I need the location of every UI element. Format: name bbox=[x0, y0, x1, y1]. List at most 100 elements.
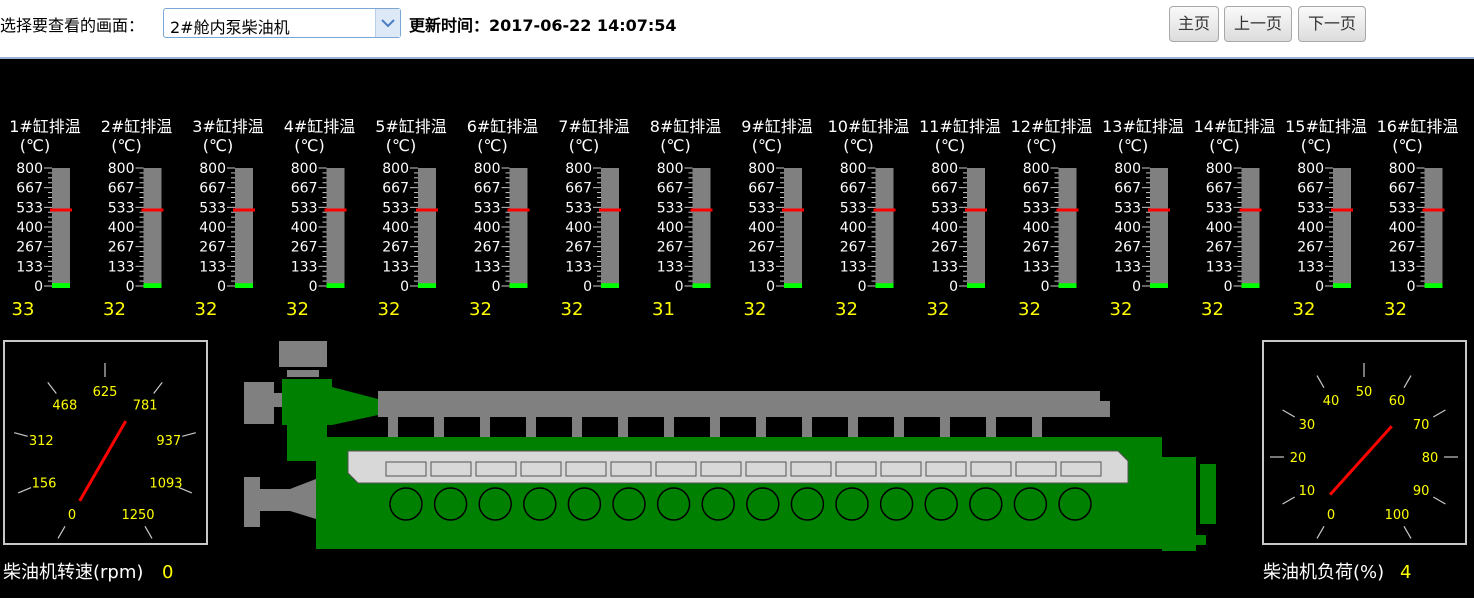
cylinder-temp-value: 32 bbox=[1201, 299, 1224, 320]
cylinder-label: 10#缸排温 bbox=[828, 117, 910, 136]
cylinder-unit: (℃) bbox=[935, 136, 965, 155]
temperature-level bbox=[1150, 283, 1168, 288]
scale-tick-label: 800 bbox=[931, 161, 958, 177]
cylinder-label: 15#缸排温 bbox=[1285, 117, 1367, 136]
scale-tick-label: 533 bbox=[199, 200, 226, 216]
screen-select-label: 选择要查看的画面： bbox=[0, 16, 145, 35]
toolbar: 选择要查看的画面： 2#舱内泵柴油机 更新时间：2017-06-22 14:07… bbox=[0, 0, 1474, 58]
gauge-tick-label: 10 bbox=[1299, 484, 1316, 499]
load-gauge-label: 柴油机负荷(%) bbox=[1263, 562, 1384, 583]
speed-gauge-value: 0 bbox=[162, 562, 173, 583]
scale-tick-label: 800 bbox=[1389, 161, 1416, 177]
rocker-window bbox=[610, 461, 652, 477]
scale-tick-label: 0 bbox=[1132, 279, 1141, 295]
cylinder-temp-value: 32 bbox=[195, 299, 218, 320]
scale-tick-label: 0 bbox=[858, 279, 867, 295]
update-time: 更新时间：2017-06-22 14:07:54 bbox=[409, 12, 677, 36]
scale-tick-label: 400 bbox=[1023, 220, 1050, 236]
temperature-level bbox=[967, 283, 985, 288]
scale-tick-label: 533 bbox=[565, 200, 592, 216]
cylinder-label: 12#缸排温 bbox=[1011, 117, 1093, 136]
intake-box bbox=[244, 382, 274, 424]
cylinder-unit: (℃) bbox=[20, 136, 50, 155]
scale-tick-label: 400 bbox=[1114, 220, 1141, 236]
rocker-window bbox=[430, 461, 472, 477]
scale-tick-label: 667 bbox=[931, 181, 958, 197]
cylinder-temp-gauge: 12#缸排温(℃) 800 667 533 400 267 133 032 bbox=[1011, 117, 1093, 320]
scale-tick-label: 800 bbox=[16, 161, 43, 177]
cylinder-temp-gauge: 4#缸排温(℃) 800 667 533 400 267 133 032 bbox=[284, 117, 356, 320]
rocker-window bbox=[1015, 461, 1057, 477]
scale-tick-label: 0 bbox=[492, 279, 501, 295]
rocker-window bbox=[1060, 461, 1102, 477]
scale-tick-label: 533 bbox=[108, 200, 135, 216]
scale-tick-label: 400 bbox=[1206, 220, 1233, 236]
rocker-window bbox=[835, 461, 877, 477]
exhaust-port bbox=[756, 417, 766, 437]
rocker-window bbox=[925, 461, 967, 477]
thermometer-bar bbox=[52, 168, 70, 288]
prev-page-button[interactable]: 上一页 bbox=[1224, 6, 1292, 42]
screen-select[interactable]: 2#舱内泵柴油机 bbox=[163, 8, 401, 38]
scale-tick-label: 267 bbox=[657, 240, 684, 256]
scale-tick-label: 667 bbox=[382, 181, 409, 197]
temperature-level bbox=[1058, 283, 1077, 288]
scale-tick-label: 400 bbox=[108, 220, 135, 236]
scale-tick-label: 800 bbox=[748, 161, 775, 177]
scale-tick-label: 533 bbox=[1389, 200, 1416, 216]
scale-tick-label: 133 bbox=[16, 259, 43, 275]
scale-tick-label: 0 bbox=[766, 279, 775, 295]
next-page-button[interactable]: 下一页 bbox=[1298, 6, 1366, 42]
scale-tick-label: 400 bbox=[931, 220, 958, 236]
scale-tick-label: 267 bbox=[1023, 240, 1050, 256]
cylinder-label: 13#缸排温 bbox=[1102, 117, 1184, 136]
scale-tick-label: 800 bbox=[840, 161, 867, 177]
exhaust-port bbox=[986, 417, 996, 437]
scale-tick-label: 267 bbox=[1389, 240, 1416, 256]
cylinder-unit: (℃) bbox=[1392, 136, 1422, 155]
turbocharger bbox=[282, 379, 332, 425]
chevron-down-icon[interactable] bbox=[375, 9, 400, 37]
monitor-scene: 1#缸排温(℃)8006675334002671330332#缸排温(℃)800… bbox=[3, 117, 1467, 583]
cylinder-unit: (℃) bbox=[569, 136, 599, 155]
exhaust-port bbox=[434, 417, 444, 437]
cylinder-label: 4#缸排温 bbox=[284, 117, 356, 136]
gauge-tick-label: 1093 bbox=[149, 476, 182, 491]
exhaust-port bbox=[572, 417, 582, 437]
cylinder-label: 14#缸排温 bbox=[1194, 117, 1276, 136]
rocker-window bbox=[880, 461, 922, 477]
scale-tick-label: 400 bbox=[382, 220, 409, 236]
gauge-tick-label: 100 bbox=[1385, 508, 1410, 523]
scale-tick-label: 133 bbox=[931, 259, 958, 275]
rocker-window bbox=[700, 461, 742, 477]
gauge-tick-label: 60 bbox=[1389, 394, 1406, 409]
home-button[interactable]: 主页 bbox=[1169, 6, 1219, 42]
scale-tick-label: 533 bbox=[474, 200, 501, 216]
scale-tick-label: 133 bbox=[382, 259, 409, 275]
scale-tick-label: 533 bbox=[931, 200, 958, 216]
scale-tick-label: 133 bbox=[1297, 259, 1324, 275]
scale-tick-label: 400 bbox=[16, 220, 43, 236]
scale-tick-label: 400 bbox=[291, 220, 318, 236]
scale-tick-label: 533 bbox=[16, 200, 43, 216]
gauge-tick-label: 1250 bbox=[121, 508, 154, 523]
cylinder-unit: (℃) bbox=[1118, 136, 1148, 155]
thermometer-bar bbox=[875, 168, 894, 288]
thermometer-bar bbox=[1424, 168, 1443, 288]
cylinder-temp-value: 32 bbox=[927, 299, 950, 320]
cylinder-temp-value: 32 bbox=[103, 299, 126, 320]
scale-tick-label: 800 bbox=[657, 161, 684, 177]
cylinder-label: 7#缸排温 bbox=[558, 117, 630, 136]
scale-tick-label: 667 bbox=[1206, 181, 1233, 197]
gauge-tick-label: 0 bbox=[68, 508, 76, 523]
cylinder-temp-gauge: 10#缸排温(℃) 800 667 533 400 267 133 032 bbox=[828, 117, 910, 320]
temperature-level bbox=[1424, 283, 1443, 288]
gauge-tick-label: 0 bbox=[1327, 508, 1335, 523]
temperature-level bbox=[326, 283, 345, 288]
scale-tick-label: 667 bbox=[1297, 181, 1324, 197]
scale-tick-label: 400 bbox=[840, 220, 867, 236]
scale-tick-label: 133 bbox=[1389, 259, 1416, 275]
cylinder-temp-gauge: 5#缸排温(℃) 800 667 533 400 267 133 0 32 bbox=[375, 117, 447, 320]
cylinder-temp-gauge: 8#缸排温(℃) 800 667 533 400 267 133 031 bbox=[650, 117, 722, 320]
cylinder-temp-gauge: 9#缸排温(℃) 800 667 533 400 267 133 0 32 bbox=[741, 117, 813, 320]
